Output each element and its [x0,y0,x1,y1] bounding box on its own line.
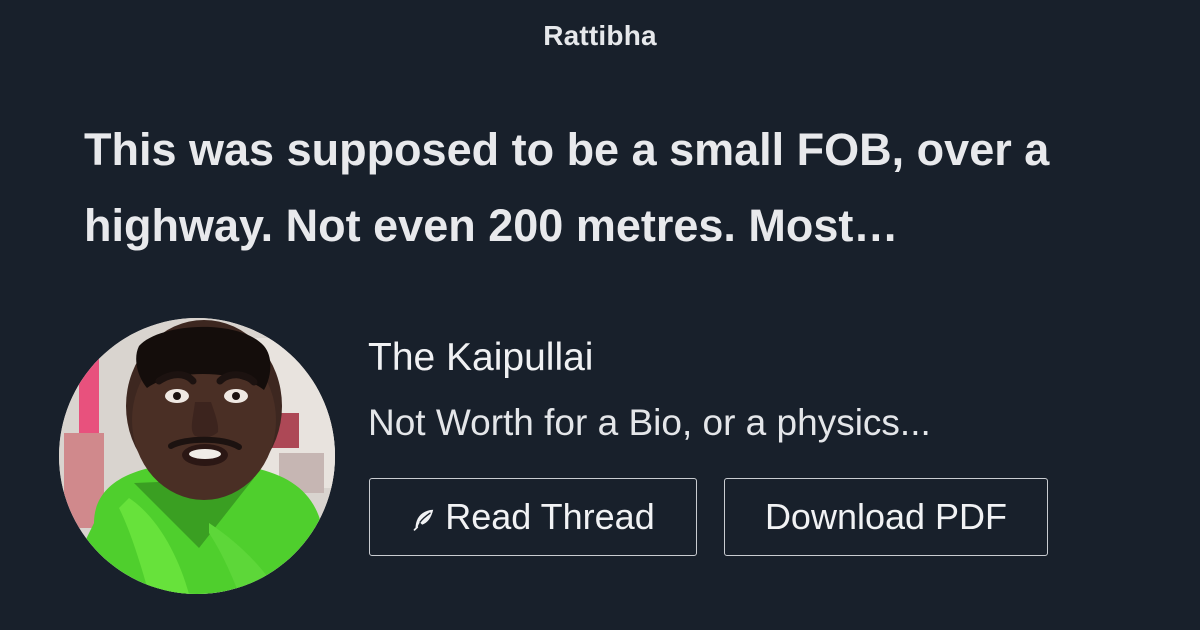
author-name: The Kaipullai [368,336,594,379]
avatar [59,318,335,594]
download-pdf-button[interactable]: Download PDF [724,478,1048,556]
brand-name: Rattibha [543,20,657,51]
feather-icon [411,506,437,532]
read-thread-button[interactable]: Read Thread [369,478,697,556]
download-pdf-label: Download PDF [764,496,1008,537]
author-bio: Not Worth for a Bio, or a physics... [368,402,931,443]
read-thread-label: Read Thread [445,496,655,537]
thread-title: This was supposed to be a small FOB, ove… [84,124,1050,251]
